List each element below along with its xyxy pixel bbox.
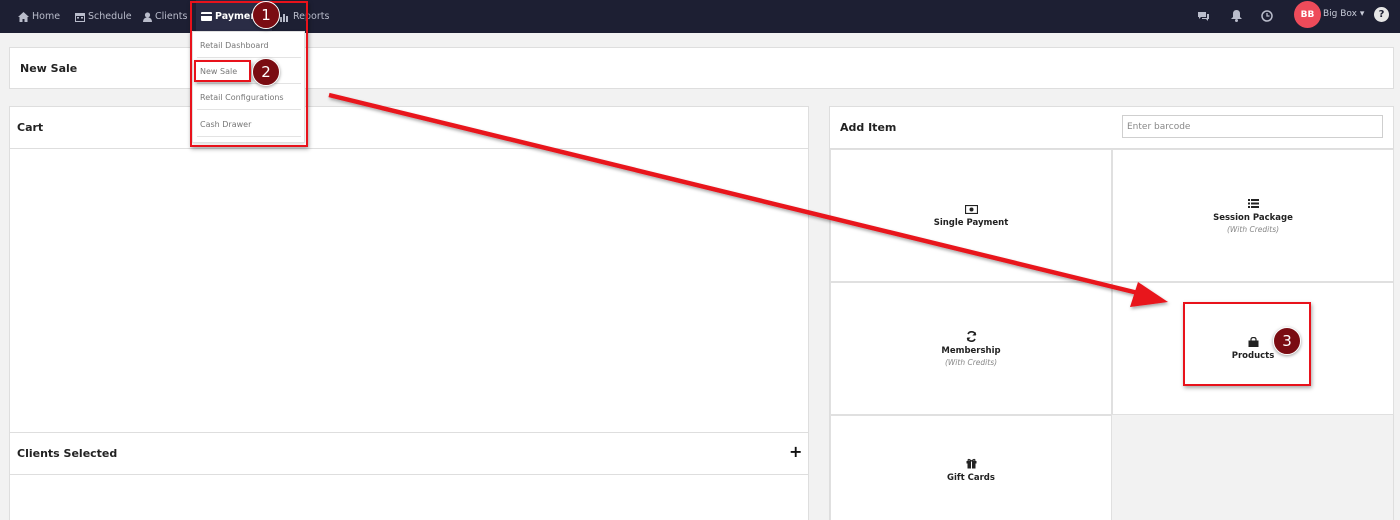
user-menu[interactable]: Big Box ▾: [1323, 9, 1364, 19]
clock-icon[interactable]: [1259, 8, 1275, 24]
tile-session-package-label: Session Package: [1213, 212, 1293, 223]
tile-membership-sub: (With Credits): [944, 357, 998, 367]
nav-clients-label: Clients: [155, 11, 188, 22]
money-icon: [964, 203, 978, 215]
cart-title: Cart: [17, 121, 44, 134]
nav-home[interactable]: Home: [18, 0, 60, 33]
home-icon: [18, 11, 29, 22]
add-item-title: Add Item: [840, 121, 897, 134]
annotation-box-new-sale: [194, 60, 251, 82]
chat-icon[interactable]: [1195, 8, 1211, 24]
step-badge-1: 1: [252, 1, 280, 29]
nav-clients[interactable]: Clients: [143, 0, 187, 33]
clients-divider: [10, 474, 808, 475]
page-title: New Sale: [20, 62, 78, 75]
list-icon: [1247, 198, 1259, 210]
tile-membership[interactable]: Membership (With Credits): [830, 282, 1112, 415]
tile-gift-cards[interactable]: Gift Cards: [830, 415, 1112, 520]
barcode-input[interactable]: [1122, 115, 1383, 138]
tile-single-payment-label: Single Payment: [933, 218, 1009, 228]
tile-session-package-sub: (With Credits): [1226, 224, 1280, 234]
calendar-icon: [75, 12, 85, 22]
add-client-button[interactable]: +: [789, 442, 802, 461]
cart-divider: [10, 148, 808, 149]
nav-home-label: Home: [32, 11, 61, 22]
tile-session-package[interactable]: Session Package (With Credits): [1112, 149, 1394, 282]
bell-icon[interactable]: [1228, 8, 1244, 24]
user-icon: [143, 11, 152, 22]
clients-selected-title: Clients Selected: [17, 447, 118, 460]
gift-icon: [966, 458, 977, 470]
tile-membership-label: Membership: [941, 345, 1001, 356]
tile-single-payment[interactable]: Single Payment: [830, 149, 1112, 282]
tile-gift-cards-label: Gift Cards: [947, 472, 995, 483]
step-badge-2: 2: [252, 58, 280, 86]
clients-selected-panel: Clients Selected +: [9, 432, 809, 520]
cart-panel: Cart: [9, 106, 809, 433]
nav-schedule[interactable]: Schedule: [75, 0, 132, 33]
refresh-icon: [966, 331, 977, 343]
step-badge-3: 3: [1273, 327, 1301, 355]
nav-schedule-label: Schedule: [88, 11, 132, 22]
avatar[interactable]: BB: [1294, 1, 1321, 28]
help-icon[interactable]: ?: [1374, 7, 1389, 22]
